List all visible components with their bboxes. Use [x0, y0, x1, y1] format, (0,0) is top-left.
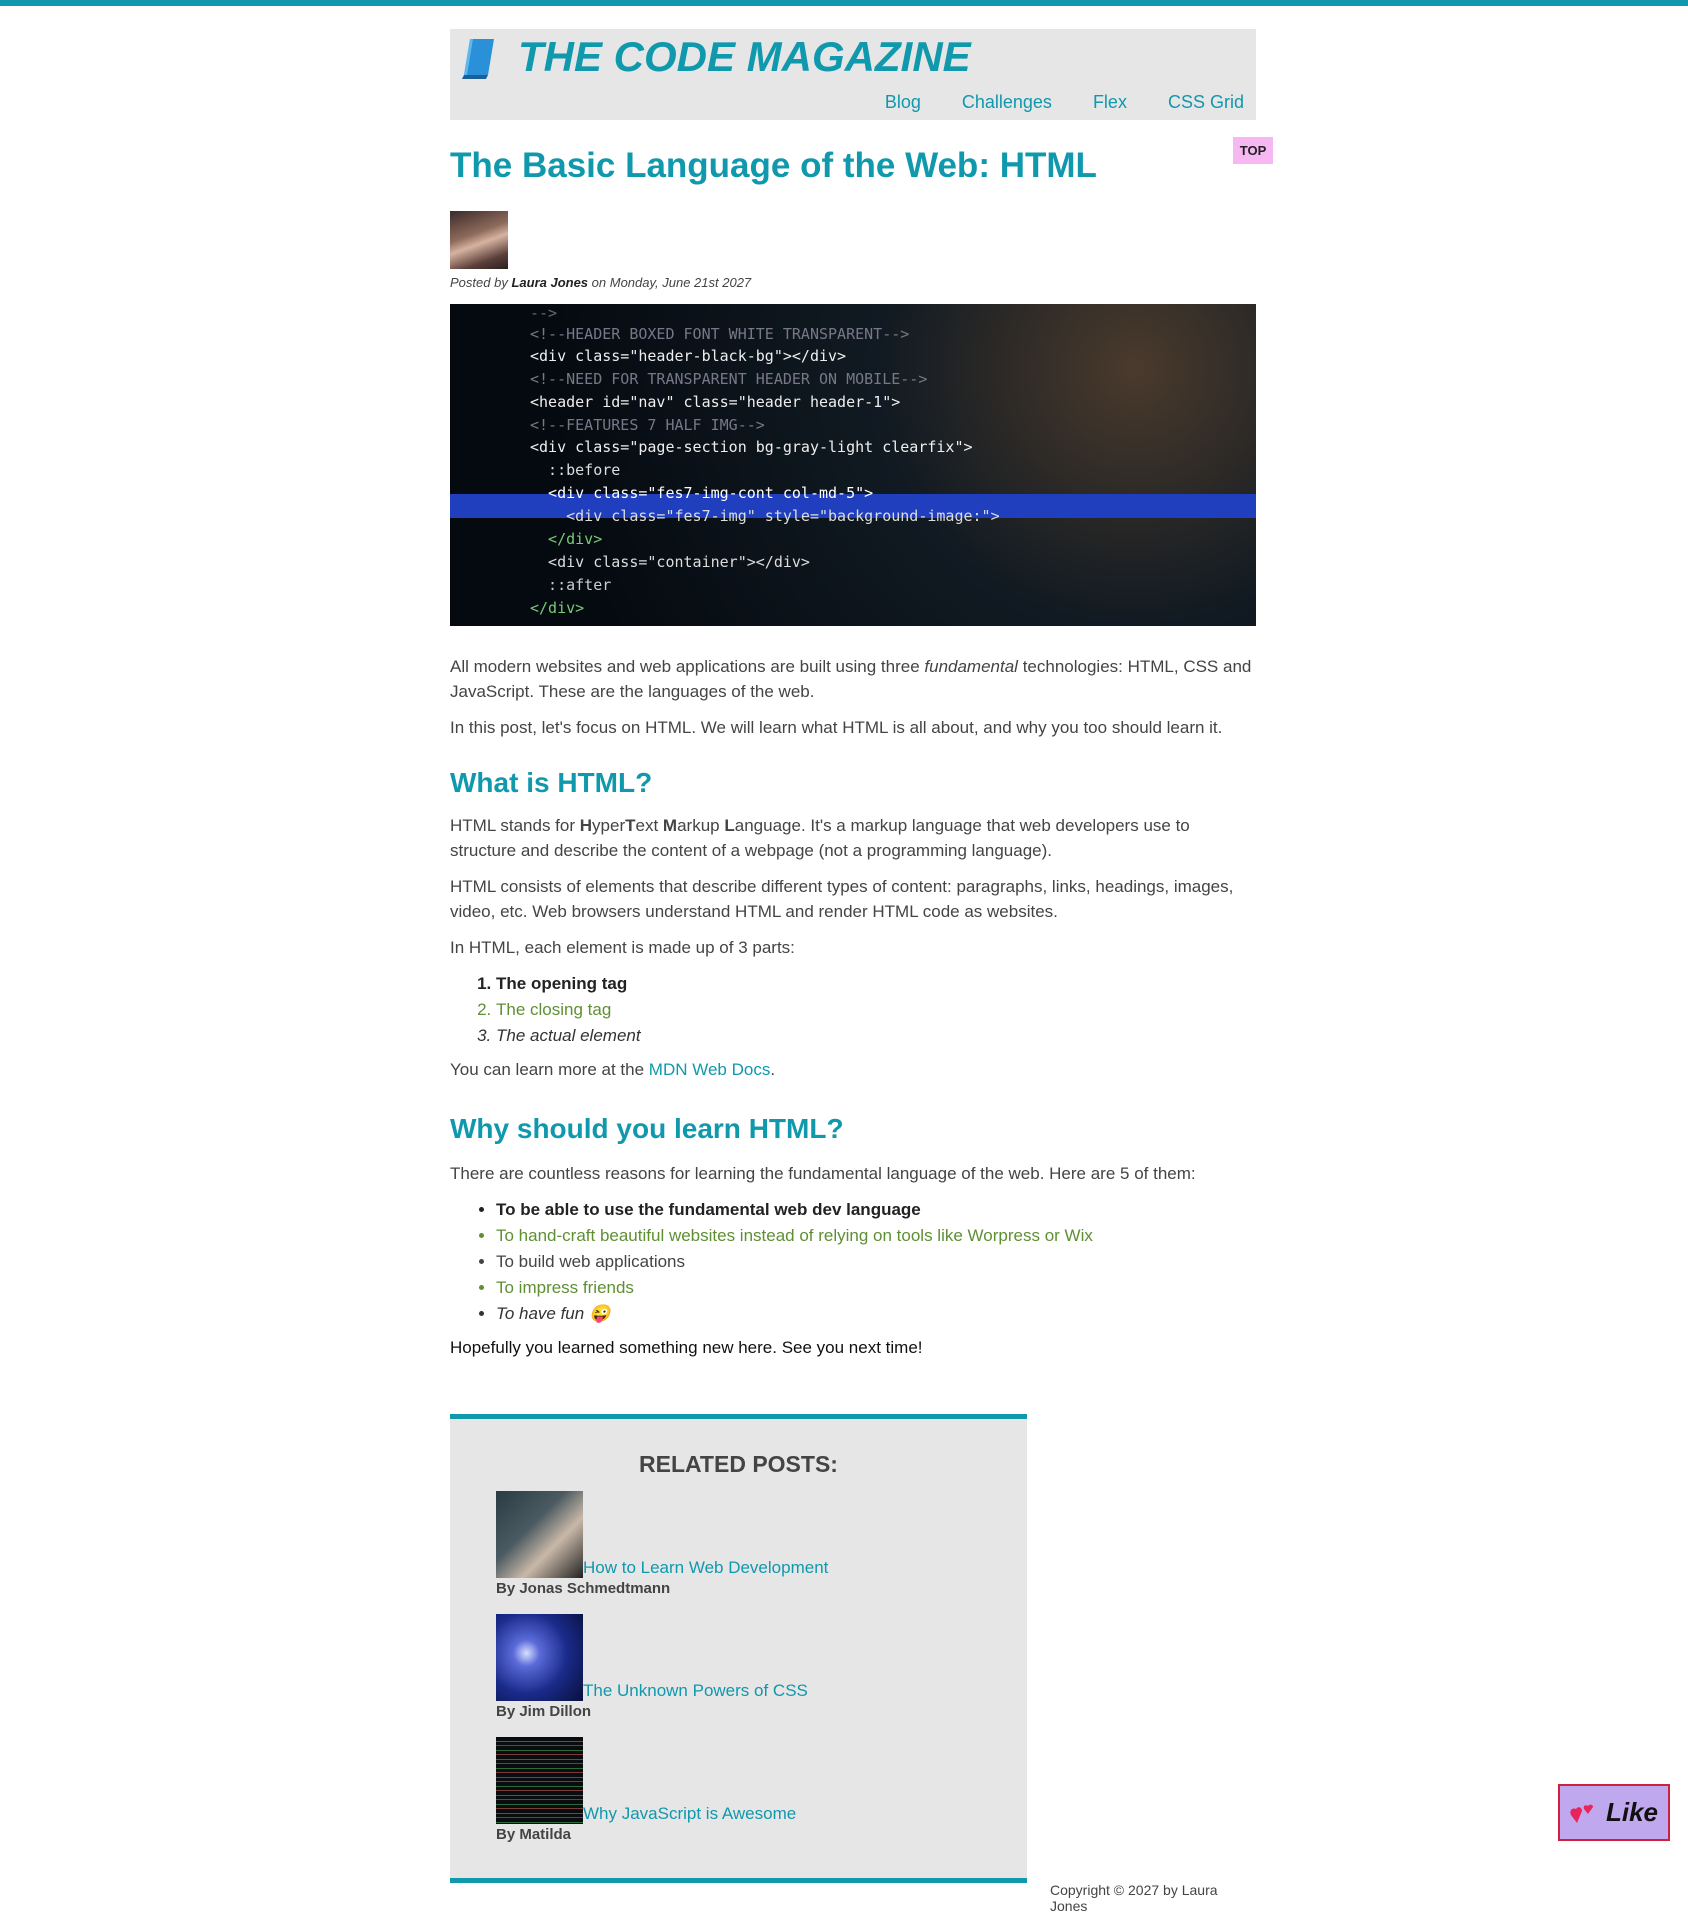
- list-item: To hand-craft beautiful websites instead…: [496, 1223, 1256, 1249]
- hero-code-line: ::after: [530, 576, 612, 594]
- hero-code-line: -->: [530, 304, 567, 322]
- section-heading-what-is-html: What is HTML?: [450, 767, 653, 798]
- hero-code-line: <!--FEATURES 7 HALF IMG-->: [530, 416, 765, 434]
- nav-flex[interactable]: Flex: [1093, 92, 1127, 112]
- list-item: The closing tag: [496, 997, 1256, 1023]
- related-post-author: By Matilda: [496, 1826, 572, 1843]
- section-heading-why-learn: Why should you learn HTML?: [450, 1113, 844, 1144]
- related-post-link[interactable]: How to Learn Web Development: [583, 1558, 828, 1577]
- learn-more-text: .: [770, 1060, 776, 1079]
- html-definition: HTML stands for HyperText Markup Languag…: [450, 813, 1256, 863]
- hero-code-line: <div class="container"></div>: [530, 553, 810, 571]
- closing-paragraph: Hopefully you learned something new here…: [450, 1338, 923, 1357]
- intro-paragraph-2: In this post, let's focus on HTML. We wi…: [450, 718, 1223, 737]
- book-icon: [462, 39, 494, 79]
- hero-code-line: ::before: [530, 461, 621, 479]
- nav-challenges[interactable]: Challenges: [962, 92, 1052, 112]
- hero-code-line: <div class="header-black-bg"></div>: [530, 347, 847, 365]
- hero-code-line: <header id="nav" class="header header-1"…: [530, 393, 901, 411]
- intro-emphasis: fundamental: [924, 657, 1018, 676]
- author-avatar: [450, 211, 508, 269]
- hero-code-line: <div class="page-section bg-gray-light c…: [530, 438, 973, 456]
- acronym-letter: M: [662, 816, 678, 835]
- hero-code-line: <!--NEED FOR TRANSPARENT HEADER ON MOBIL…: [530, 370, 928, 388]
- post-date: on Monday, June 21st 2027: [591, 275, 752, 290]
- article-body: All modern websites and web applications…: [450, 654, 1256, 1371]
- top-button[interactable]: TOP: [1233, 137, 1273, 164]
- definition-text: arkup: [677, 816, 720, 835]
- element-parts-intro: In HTML, each element is made up of 3 pa…: [450, 938, 795, 957]
- hero-code-line: </div>: [530, 530, 603, 548]
- related-post-thumbnail: [496, 1491, 583, 1578]
- learn-more-text: You can learn more at the: [450, 1060, 649, 1079]
- post-title: The Basic Language of the Web: HTML: [450, 146, 1097, 185]
- related-post-thumbnail: [496, 1737, 583, 1824]
- related-posts: RELATED POSTS: How to Learn Web Developm…: [450, 1414, 1027, 1883]
- posted-by-prefix: Posted by: [450, 275, 508, 290]
- hearts-icon: [1570, 1804, 1593, 1823]
- related-post-item: How to Learn Web Development By Jonas Sc…: [496, 1491, 828, 1597]
- reasons-intro: There are countless reasons for learning…: [450, 1164, 1196, 1183]
- related-post-author: By Jim Dillon: [496, 1703, 592, 1720]
- hero-code-line: <!--HEADER BOXED FONT WHITE TRANSPARENT-…: [530, 325, 910, 343]
- related-posts-heading: RELATED POSTS:: [639, 1451, 838, 1477]
- mdn-link[interactable]: MDN Web Docs: [649, 1060, 771, 1079]
- like-button[interactable]: Like: [1558, 1784, 1670, 1841]
- definition-text: anguage: [734, 816, 801, 835]
- related-post-author: By Jonas Schmedtmann: [496, 1580, 671, 1597]
- hero-code-line: <div class="fes7-img-cont col-md-5">: [530, 484, 874, 502]
- hero-code-line: </div>: [530, 599, 585, 617]
- like-label: Like: [1605, 1797, 1659, 1827]
- related-post-link[interactable]: Why JavaScript is Awesome: [583, 1804, 796, 1823]
- hero-image: --> <!--HEADER BOXED FONT WHITE TRANSPAR…: [450, 304, 1256, 626]
- intro-paragraph: All modern websites and web applications…: [450, 654, 1256, 704]
- footer-copyright: Copyright © 2027 by Laura Jones: [1050, 1882, 1218, 1914]
- site-header: THE CODE MAGAZINE Blog Challenges Flex C…: [450, 29, 1256, 120]
- list-item: To have fun 😜: [496, 1301, 1256, 1327]
- definition-text: yper: [592, 816, 626, 835]
- intro-text: All modern websites and web applications…: [450, 657, 925, 676]
- nav-css-grid[interactable]: CSS Grid: [1168, 92, 1244, 112]
- list-item: To impress friends: [496, 1275, 1256, 1301]
- page-container: THE CODE MAGAZINE Blog Challenges Flex C…: [450, 29, 1256, 1914]
- learn-more-paragraph: You can learn more at the MDN Web Docs.: [450, 1057, 1256, 1082]
- post-meta: Posted by Laura Jones on Monday, June 21…: [450, 275, 751, 290]
- list-item: To be able to use the fundamental web de…: [496, 1197, 1256, 1223]
- list-item: To build web applications: [496, 1249, 1256, 1275]
- related-post-item: The Unknown Powers of CSS By Jim Dillon: [496, 1614, 808, 1720]
- html-elements-paragraph: HTML consists of elements that describe …: [450, 877, 1234, 921]
- post-author: Laura Jones: [511, 275, 589, 290]
- acronym-letter: H: [579, 816, 593, 835]
- main-nav: Blog Challenges Flex CSS Grid: [849, 92, 1244, 113]
- definition-text: HTML stands for: [450, 816, 580, 835]
- hero-code-line: <div class="fes7-img" style="background-…: [530, 507, 1000, 525]
- list-item: The actual element: [496, 1023, 1256, 1049]
- nav-blog[interactable]: Blog: [885, 92, 921, 112]
- related-post-link[interactable]: The Unknown Powers of CSS: [583, 1681, 808, 1700]
- definition-text: ext: [635, 816, 659, 835]
- list-item: The opening tag: [496, 971, 1256, 997]
- element-parts-list: The opening tag The closing tag The actu…: [450, 971, 1256, 1049]
- related-post-thumbnail: [496, 1614, 583, 1701]
- reasons-list: To be able to use the fundamental web de…: [450, 1197, 1256, 1327]
- related-post-item: Why JavaScript is Awesome By Matilda: [496, 1737, 796, 1843]
- acronym-letter: L: [724, 816, 735, 835]
- site-title[interactable]: THE CODE MAGAZINE: [518, 33, 971, 81]
- acronym-letter: T: [625, 816, 636, 835]
